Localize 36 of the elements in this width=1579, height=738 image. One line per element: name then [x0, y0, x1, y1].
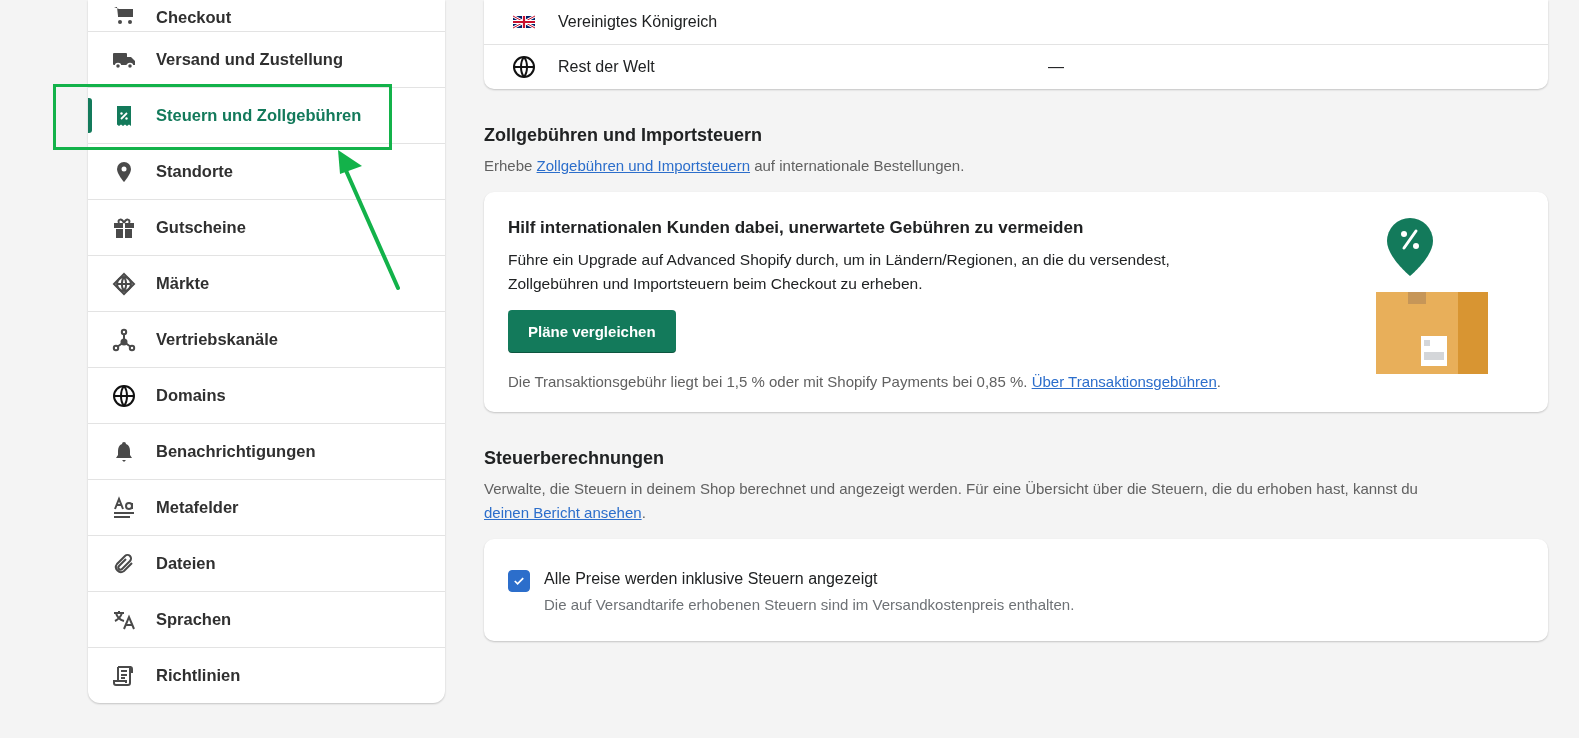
- fee-note: Die Transaktionsgebühr liegt bei 1,5 % oder mit Shopify Payments bei 0,85 %. Über Transaktionsgebühren.: [508, 373, 1221, 390]
- paperclip-icon: [112, 551, 136, 576]
- section-description: Erhebe Zollgebühren und Importsteuern auf internationale Bestellungen.: [484, 156, 966, 176]
- globe-icon: [112, 271, 136, 296]
- sidebar-item[interactable]: Richtlinien: [88, 648, 445, 703]
- region-name: Vereinigtes Königreich: [558, 13, 719, 31]
- globe-icon: [512, 55, 536, 79]
- scroll-icon: [112, 663, 136, 688]
- link[interactable]: Über Transaktionsgebühren: [1031, 373, 1217, 390]
- globe-icon: [112, 383, 136, 408]
- section-title: Zollgebühren und Importsteuern: [484, 125, 763, 146]
- sidebar-item[interactable]: Benachrichtigungen: [88, 424, 445, 480]
- sidebar-item[interactable]: Metafelder: [88, 480, 445, 536]
- help-text: Die auf Versandtarife erhobenen Steuern sind im Versandkostenpreis enthalten.: [544, 596, 1075, 613]
- network-icon: [112, 327, 136, 352]
- section-title: Steuerberechnungen: [484, 448, 666, 469]
- sidebar-item[interactable]: Domains: [88, 368, 445, 424]
- region-name: Rest der Welt: [558, 58, 656, 76]
- sidebar-item[interactable]: Steuern und Zollgebühren: [88, 88, 445, 144]
- sidebar-item[interactable]: Versand und Zustellung: [88, 32, 445, 88]
- checkbox[interactable]: [508, 570, 530, 592]
- sidebar-item[interactable]: Gutscheine: [88, 200, 445, 256]
- card-title: Hilf internationalen Kunden dabei, unerwartete Gebühren zu vermeiden: [508, 218, 1084, 238]
- region-value: —: [1048, 58, 1064, 76]
- text-format-icon: [112, 495, 136, 520]
- sidebar-item[interactable]: Checkout: [88, 0, 445, 32]
- card-text: Führe ein Upgrade auf Advanced Shopify durch, um in Ländern/Regionen, an die du versendest, Zollgebühren und Importsteuern beim Checkout zu erheben.: [508, 250, 1171, 294]
- sidebar-item[interactable]: Märkte: [88, 256, 445, 312]
- sidebar-item[interactable]: Sprachen: [88, 592, 445, 648]
- compare-plans-button[interactable]: Pläne vergleichen: [508, 310, 676, 353]
- sidebar-item[interactable]: Vertriebskanäle: [88, 312, 445, 368]
- sidebar-item[interactable]: Dateien: [88, 536, 445, 592]
- link[interactable]: deinen Bericht ansehen: [484, 504, 642, 521]
- link[interactable]: Zollgebühren und Importsteuern: [536, 157, 750, 174]
- section-description: Verwalte, die Steuern in deinem Shop berechnet und angezeigt werden. Für eine Übersicht über die Steuern, die du erhoben hast, kannst du deinen Bericht ansehen.: [484, 479, 1419, 523]
- checkbox-label: Alle Preise werden inklusive Steuern angezeigt: [544, 570, 879, 588]
